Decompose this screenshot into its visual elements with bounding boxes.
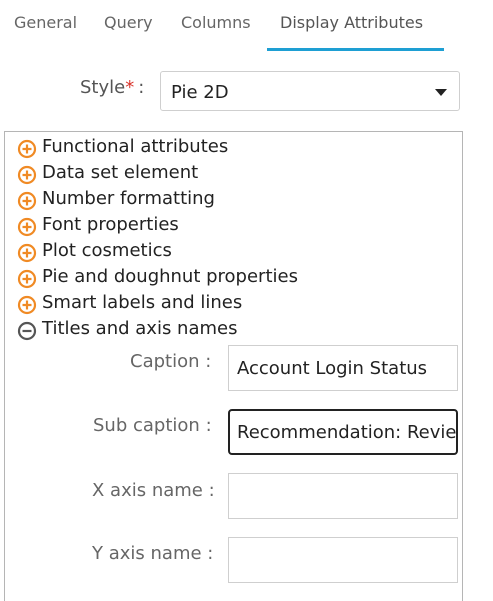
caption-label: Caption : [130, 351, 211, 372]
plus-circle-icon [17, 217, 37, 237]
minus-circle-icon [17, 321, 37, 341]
caption-label-colon: : [205, 351, 212, 372]
x-axis-name-label-text: X axis name [92, 480, 203, 501]
tree-item-label: Data set element [42, 162, 199, 183]
style-label-colon: : [138, 77, 145, 98]
sub-caption-label-colon: : [205, 415, 212, 436]
tab-query[interactable]: Query [104, 13, 153, 32]
style-label-text: Style [80, 77, 126, 98]
x-axis-name-label: X axis name : [92, 480, 215, 501]
tree-item-label: Plot cosmetics [42, 240, 172, 261]
tree-item-label: Smart labels and lines [42, 292, 243, 313]
plus-circle-icon [17, 165, 37, 185]
caption-label-text: Caption [130, 351, 200, 372]
plus-circle-icon [17, 139, 37, 159]
plus-circle-icon [17, 191, 37, 211]
style-label: Style*: [80, 77, 144, 98]
tree-item-label: Functional attributes [42, 136, 229, 157]
tab-general[interactable]: General [14, 13, 77, 32]
caret-down-icon [435, 89, 447, 96]
x-axis-name-input[interactable] [228, 473, 458, 519]
tab-display-attributes[interactable]: Display Attributes [280, 13, 423, 32]
tab-columns[interactable]: Columns [181, 13, 251, 32]
tree-item-label: Font properties [42, 214, 179, 235]
y-axis-name-label: Y axis name : [92, 543, 213, 564]
tab-bar: General Query Columns Display Attributes [0, 0, 493, 52]
sub-caption-label-text: Sub caption [93, 415, 200, 436]
required-marker: * [125, 77, 135, 98]
style-select-value: Pie 2D [171, 82, 229, 103]
plus-circle-icon [17, 295, 37, 315]
tree-item-label: Pie and doughnut properties [42, 266, 298, 287]
sub-caption-input[interactable]: Recommendation: Review [228, 409, 458, 455]
y-axis-name-input[interactable] [228, 537, 458, 583]
tree-item-label: Titles and axis names [42, 318, 238, 339]
y-axis-name-label-text: Y axis name [92, 543, 202, 564]
y-axis-name-label-colon: : [207, 543, 214, 564]
sub-caption-input-value: Recommendation: Review [237, 422, 458, 443]
active-tab-indicator [267, 48, 444, 51]
style-select[interactable]: Pie 2D [160, 71, 460, 111]
caption-input[interactable]: Account Login Status [228, 345, 458, 391]
caption-input-value: Account Login Status [237, 358, 428, 379]
plus-circle-icon [17, 243, 37, 263]
tree-item-label: Number formatting [42, 188, 215, 209]
x-axis-name-label-colon: : [208, 480, 215, 501]
plus-circle-icon [17, 269, 37, 289]
sub-caption-label: Sub caption : [93, 415, 212, 436]
